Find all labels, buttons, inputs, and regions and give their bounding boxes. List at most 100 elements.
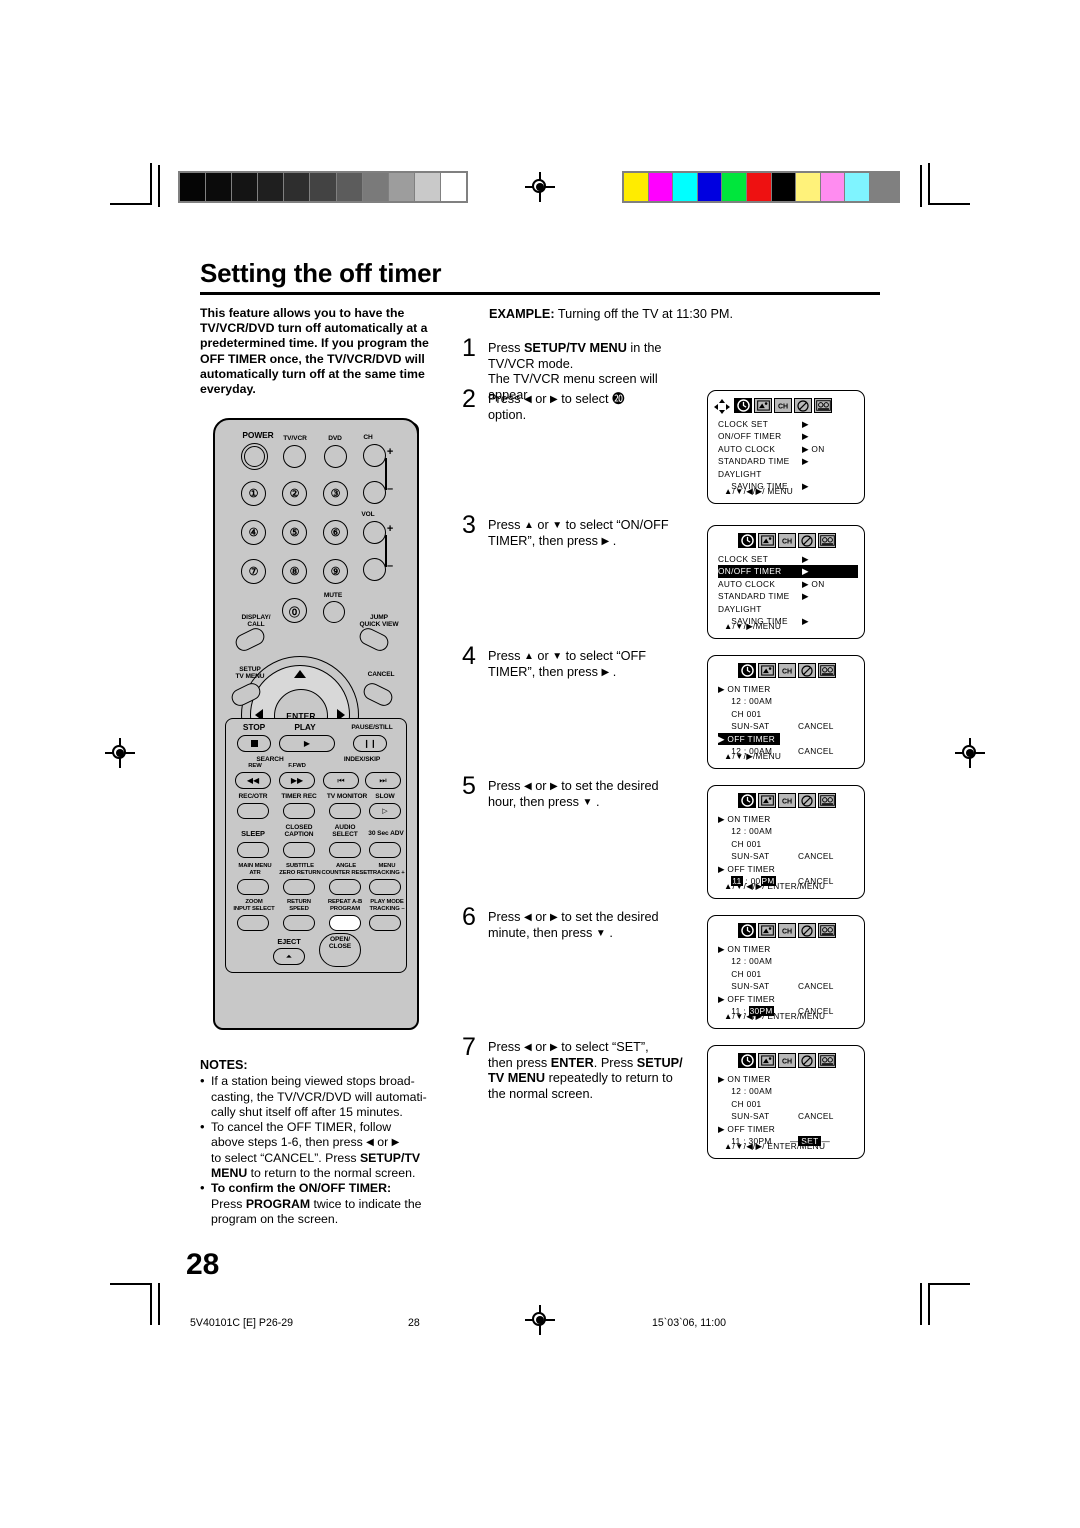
osd-menu-row[interactable]: CH 001 — [718, 968, 858, 980]
prohibit-icon[interactable] — [798, 663, 816, 678]
osd-row-value[interactable]: CANCEL — [798, 720, 834, 732]
clock-icon[interactable] — [738, 793, 756, 808]
vcr-icon[interactable] — [818, 533, 836, 548]
osd-menu-row[interactable]: 12 : 00AM — [718, 695, 858, 707]
osd-menu-row[interactable]: STANDARD TIME ▶ — [718, 590, 858, 602]
osd-row-value[interactable]: CANCEL — [798, 850, 834, 862]
osd-row-value[interactable]: ▶ — [802, 455, 809, 467]
osd-row-value[interactable]: CANCEL — [798, 745, 834, 757]
clock-icon[interactable] — [738, 533, 756, 548]
osd-row-value[interactable]: ▶ ON — [802, 578, 825, 590]
osd-menu-row[interactable]: ▶ OFF TIMER — [718, 732, 780, 745]
playmode-tracking-minus-button[interactable] — [369, 915, 401, 931]
prohibit-icon[interactable] — [798, 923, 816, 938]
tvvcr-button[interactable] — [283, 445, 306, 468]
audio-select-button[interactable] — [329, 842, 361, 858]
channel-icon[interactable]: CH — [778, 1053, 796, 1068]
picture-icon[interactable] — [754, 398, 772, 413]
osd-menu-row[interactable]: SUN-SAT CANCEL — [718, 850, 858, 862]
picture-icon[interactable] — [758, 533, 776, 548]
osd-menu-row[interactable]: ▶ OFF TIMER — [718, 863, 858, 875]
osd-row-value[interactable]: ▶ — [802, 565, 809, 577]
osd-menu-row[interactable]: CLOCK SET ▶ — [718, 553, 858, 565]
vcr-icon[interactable] — [818, 793, 836, 808]
prohibit-icon[interactable] — [794, 398, 812, 413]
menu-tracking-plus-button[interactable] — [369, 879, 401, 895]
osd-menu-row[interactable]: 12 : 00AM — [718, 825, 858, 837]
osd-menu-row[interactable]: ▶ ON TIMER — [718, 683, 858, 695]
osd-row-value[interactable]: ▶ — [802, 418, 809, 430]
osd-menu-row[interactable]: SUN-SAT CANCEL — [718, 980, 858, 992]
closed-caption-button[interactable] — [283, 842, 315, 858]
prohibit-icon[interactable] — [798, 1053, 816, 1068]
osd-row-value[interactable]: ▶ — [802, 480, 809, 492]
osd-menu-row[interactable]: CH 001 — [718, 838, 858, 850]
vcr-icon[interactable] — [818, 923, 836, 938]
osd-menu-row[interactable]: 12 : 00AM — [718, 1085, 858, 1097]
sleep-button[interactable] — [237, 842, 269, 858]
osd-menu-row[interactable]: ON/OFF TIMER ▶ — [718, 565, 858, 578]
osd-menu-row[interactable]: ▶ ON TIMER — [718, 813, 858, 825]
picture-icon[interactable] — [758, 923, 776, 938]
picture-icon[interactable] — [758, 793, 776, 808]
osd-menu-row[interactable]: SUN-SAT CANCEL — [718, 1110, 858, 1122]
ch-down-button[interactable] — [363, 481, 386, 504]
osd-menu-row[interactable]: CH 001 — [718, 1098, 858, 1110]
program-button[interactable] — [329, 915, 361, 931]
osd-menu-row[interactable]: 12 : 00AM — [718, 955, 858, 967]
clock-icon[interactable] — [738, 923, 756, 938]
clock-icon[interactable] — [734, 398, 752, 413]
vcr-icon[interactable] — [818, 1053, 836, 1068]
osd-menu-row[interactable]: ▶ ON TIMER — [718, 943, 858, 955]
osd-menu-row[interactable]: DAYLIGHT — [718, 603, 858, 615]
dpad-up-icon[interactable] — [294, 670, 306, 678]
rec-otr-button[interactable] — [237, 803, 269, 819]
osd-menu-row[interactable]: ▶ ON TIMER — [718, 1073, 858, 1085]
clock-icon[interactable] — [738, 1053, 756, 1068]
ch-up-button[interactable] — [363, 444, 386, 467]
prohibit-icon[interactable] — [798, 533, 816, 548]
prohibit-icon[interactable] — [798, 793, 816, 808]
osd-menu-row[interactable]: ▶ OFF TIMER — [718, 993, 858, 1005]
osd-row-value[interactable]: CANCEL — [798, 980, 834, 992]
power-button-inner[interactable] — [244, 446, 265, 467]
subtitle-zeroreturn-button[interactable] — [283, 879, 315, 895]
osd-menu-row[interactable]: AUTO CLOCK ▶ ON — [718, 443, 858, 455]
tv-monitor-button[interactable] — [329, 803, 361, 819]
mute-button[interactable] — [323, 601, 345, 623]
channel-icon[interactable]: CH — [778, 663, 796, 678]
channel-icon[interactable]: CH — [778, 923, 796, 938]
vcr-icon[interactable] — [814, 398, 832, 413]
channel-icon[interactable]: CH — [778, 533, 796, 548]
timer-rec-button[interactable] — [283, 803, 315, 819]
osd-row-value[interactable]: ▶ — [802, 553, 809, 565]
osd-row-value[interactable]: ▶ — [802, 590, 809, 602]
osd-row-value[interactable]: ▶ — [802, 430, 809, 442]
osd-menu-row[interactable]: SUN-SAT CANCEL — [718, 720, 858, 732]
osd-row-value[interactable]: ▶ ON — [802, 443, 825, 455]
osd-menu-row[interactable]: AUTO CLOCK ▶ ON — [718, 578, 858, 590]
osd-menu-row[interactable]: STANDARD TIME ▶ — [718, 455, 858, 467]
osd-menu-row[interactable]: CH 001 — [718, 708, 858, 720]
clock-icon[interactable] — [738, 663, 756, 678]
30sec-adv-button[interactable] — [369, 842, 401, 858]
vol-up-button[interactable] — [363, 521, 386, 544]
angle-counterreset-button[interactable] — [329, 879, 361, 895]
osd-row-value[interactable]: ▶ — [802, 615, 809, 627]
osd-menu-row[interactable]: ON/OFF TIMER ▶ — [718, 430, 858, 442]
vol-down-button[interactable] — [363, 558, 386, 581]
picture-icon[interactable] — [758, 663, 776, 678]
osd-menu-row[interactable]: CLOCK SET ▶ — [718, 418, 858, 430]
channel-icon[interactable]: CH — [774, 398, 792, 413]
zoom-inputselect-button[interactable] — [237, 915, 269, 931]
vcr-icon[interactable] — [818, 663, 836, 678]
dvd-button[interactable] — [324, 445, 347, 468]
osd-menu-row[interactable]: ▶ OFF TIMER — [718, 1123, 858, 1135]
osd-row-value[interactable]: CANCEL — [798, 1110, 834, 1122]
osd-menu-row[interactable]: DAYLIGHT — [718, 468, 858, 480]
channel-icon[interactable]: CH — [778, 793, 796, 808]
osd-row-label: ▶ ON TIMER — [718, 944, 771, 954]
return-speed-button[interactable] — [283, 915, 315, 931]
picture-icon[interactable] — [758, 1053, 776, 1068]
main-menu-atr-button[interactable] — [237, 879, 269, 895]
